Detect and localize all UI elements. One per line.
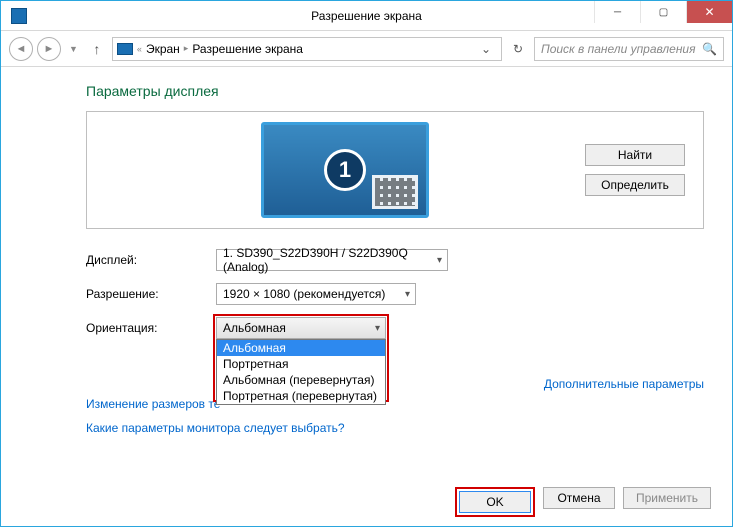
- monitor-help-link[interactable]: Какие параметры монитора следует выбрать…: [86, 421, 345, 435]
- display-label: Дисплей:: [86, 253, 216, 267]
- resize-text-link[interactable]: Изменение размеров те: [86, 397, 220, 411]
- preview-center: 1: [105, 122, 585, 218]
- advanced-settings-link[interactable]: Дополнительные параметры: [544, 377, 704, 391]
- breadcrumb-dropdown-icon[interactable]: ⌄: [475, 42, 497, 56]
- breadcrumb-chevron-icon: ▸: [184, 43, 189, 54]
- footer-buttons: OK Отмена Применить: [455, 487, 711, 517]
- search-icon: 🔍: [702, 42, 717, 56]
- orientation-option[interactable]: Портретная: [217, 356, 385, 372]
- refresh-button[interactable]: ↻: [506, 37, 530, 61]
- orientation-value: Альбомная: [223, 321, 286, 335]
- cancel-button[interactable]: Отмена: [543, 487, 615, 509]
- orientation-option[interactable]: Портретная (перевернутая): [217, 388, 385, 404]
- maximize-button[interactable]: ▢: [640, 1, 686, 23]
- page-heading: Параметры дисплея: [86, 83, 704, 99]
- app-icon: [11, 8, 27, 24]
- orientation-row: Ориентация: Альбомная Альбомная Портретн…: [86, 317, 704, 339]
- preview-buttons: Найти Определить: [585, 144, 685, 196]
- monitor-number: 1: [324, 149, 366, 191]
- forward-button[interactable]: ►: [37, 37, 61, 61]
- highlight-ok: OK: [455, 487, 535, 517]
- back-button[interactable]: ◄: [9, 37, 33, 61]
- resolution-label: Разрешение:: [86, 287, 216, 301]
- window-title: Разрешение экрана: [311, 9, 422, 23]
- orientation-option[interactable]: Альбомная: [217, 340, 385, 356]
- monitor-thumbnail[interactable]: 1: [261, 122, 429, 218]
- orientation-dropdown: Альбомная Портретная Альбомная (переверн…: [216, 339, 386, 405]
- minimize-button[interactable]: ─: [594, 1, 640, 23]
- display-value: 1. SD390_S22D390H / S22D390Q (Analog): [223, 246, 427, 274]
- ok-button[interactable]: OK: [459, 491, 531, 513]
- orientation-label: Ориентация:: [86, 321, 216, 335]
- titlebar: Разрешение экрана ─ ▢ ✕: [1, 1, 732, 31]
- history-dropdown[interactable]: ▼: [65, 44, 82, 54]
- display-select[interactable]: 1. SD390_S22D390H / S22D390Q (Analog): [216, 249, 448, 271]
- detect-button[interactable]: Определить: [585, 174, 685, 196]
- breadcrumb[interactable]: « Экран ▸ Разрешение экрана ⌄: [112, 37, 502, 61]
- breadcrumb-item[interactable]: Разрешение экрана: [192, 42, 303, 56]
- resolution-row: Разрешение: 1920 × 1080 (рекомендуется): [86, 283, 704, 305]
- toolbar: ◄ ► ▼ ↑ « Экран ▸ Разрешение экрана ⌄ ↻ …: [1, 31, 732, 67]
- display-preview: 1 Найти Определить: [86, 111, 704, 229]
- breadcrumb-sep: «: [137, 44, 142, 54]
- location-icon: [117, 43, 133, 55]
- up-button[interactable]: ↑: [86, 41, 108, 57]
- search-input[interactable]: Поиск в панели управления 🔍: [534, 37, 724, 61]
- search-placeholder: Поиск в панели управления: [541, 42, 696, 56]
- close-button[interactable]: ✕: [686, 1, 732, 23]
- orientation-select[interactable]: Альбомная: [216, 317, 386, 339]
- resolution-select[interactable]: 1920 × 1080 (рекомендуется): [216, 283, 416, 305]
- resolution-value: 1920 × 1080 (рекомендуется): [223, 287, 385, 301]
- apply-button[interactable]: Применить: [623, 487, 711, 509]
- orientation-option[interactable]: Альбомная (перевернутая): [217, 372, 385, 388]
- window-controls: ─ ▢ ✕: [594, 1, 732, 23]
- find-button[interactable]: Найти: [585, 144, 685, 166]
- breadcrumb-item[interactable]: Экран: [146, 42, 180, 56]
- links-area: Дополнительные параметры Изменение разме…: [86, 379, 704, 435]
- monitor-taskbar-icon: [372, 175, 418, 209]
- display-row: Дисплей: 1. SD390_S22D390H / S22D390Q (A…: [86, 249, 704, 271]
- content-area: Параметры дисплея 1 Найти Определить Дис…: [1, 67, 732, 451]
